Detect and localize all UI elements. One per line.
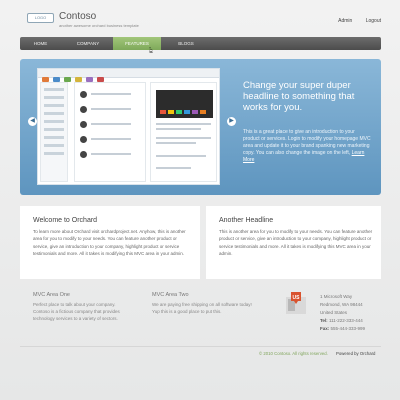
main-nav: HOME COMPANY FEATURES BLOGS [20,37,381,50]
welcome-box: Welcome to Orchard To learn more about O… [20,206,200,279]
address-city: Redmond, WA 98444 [320,302,363,307]
address-street: 1 Microsoft Way [320,294,353,299]
another-title: Another Headline [219,217,274,224]
mock-stats-pane [150,82,217,182]
welcome-text: To learn more about Orchard visit orchar… [33,229,186,256]
logout-link[interactable]: Logout [366,18,381,24]
map-pin-icon: US [286,292,306,314]
nav-company[interactable]: COMPANY [66,37,110,50]
footer-col-two-title: MVC Area Two [152,292,189,298]
footer-col-one-title: MVC Area One [33,292,70,298]
chevron-right-icon[interactable]: ▶ [227,117,236,126]
nav-features[interactable]: FEATURES [113,37,161,50]
mock-sidebar [40,82,68,182]
nav-home[interactable]: HOME [20,37,61,50]
another-box: Another Headline This is another area fo… [206,206,381,279]
mock-stats-image [156,90,213,118]
fax-label: Fax: [320,326,330,331]
powered-by-link[interactable]: Powered by Orchard [336,351,375,356]
page: LOGO Contoso another awesome orchard bus… [0,0,400,400]
footer-col-two-text: We are paying free shipping on all softw… [152,302,252,314]
tel-value: 111-222-333-444 [328,318,363,323]
site-title[interactable]: Contoso [59,11,96,22]
footer-col-one-text: Perfect place to talk about your company… [33,302,120,321]
admin-link[interactable]: Admin [338,18,352,24]
user-links: Admin Logout [326,18,381,24]
address-country: United States [320,310,348,315]
logo-text: LOGO [34,15,47,20]
hero-body: This is a great place to give an introdu… [243,129,371,164]
tel-label: Tel: [320,318,328,323]
chevron-left-icon[interactable]: ◀ [28,117,37,126]
mouse-cursor-icon: 👆︎ [149,45,153,55]
address-fax: Fax: 555-444-333-999 [320,325,365,333]
mock-toolbar [38,69,219,82]
address-block: 1 Microsoft Way Redmond, WA 98444 United… [320,293,365,333]
hero-screenshot [37,68,220,185]
site-tagline: another awesome orchard business templat… [59,23,139,28]
footer-divider [20,346,381,347]
fax-value: 555-444-333-999 [330,326,366,331]
map-badge-text: US [293,295,301,301]
copyright-text: © 2010 Contoso. All rights reserved. [259,351,328,356]
address-tel: Tel: 111-222-333-444 [320,317,365,325]
nav-blogs[interactable]: BLOGS [165,37,207,50]
another-text: This is another area for you to modify t… [219,229,373,256]
logo[interactable]: LOGO [27,13,54,23]
mock-activity-list [74,82,146,182]
welcome-title: Welcome to Orchard [33,217,98,224]
hero-headline: Change your super duper headline to some… [243,80,355,113]
